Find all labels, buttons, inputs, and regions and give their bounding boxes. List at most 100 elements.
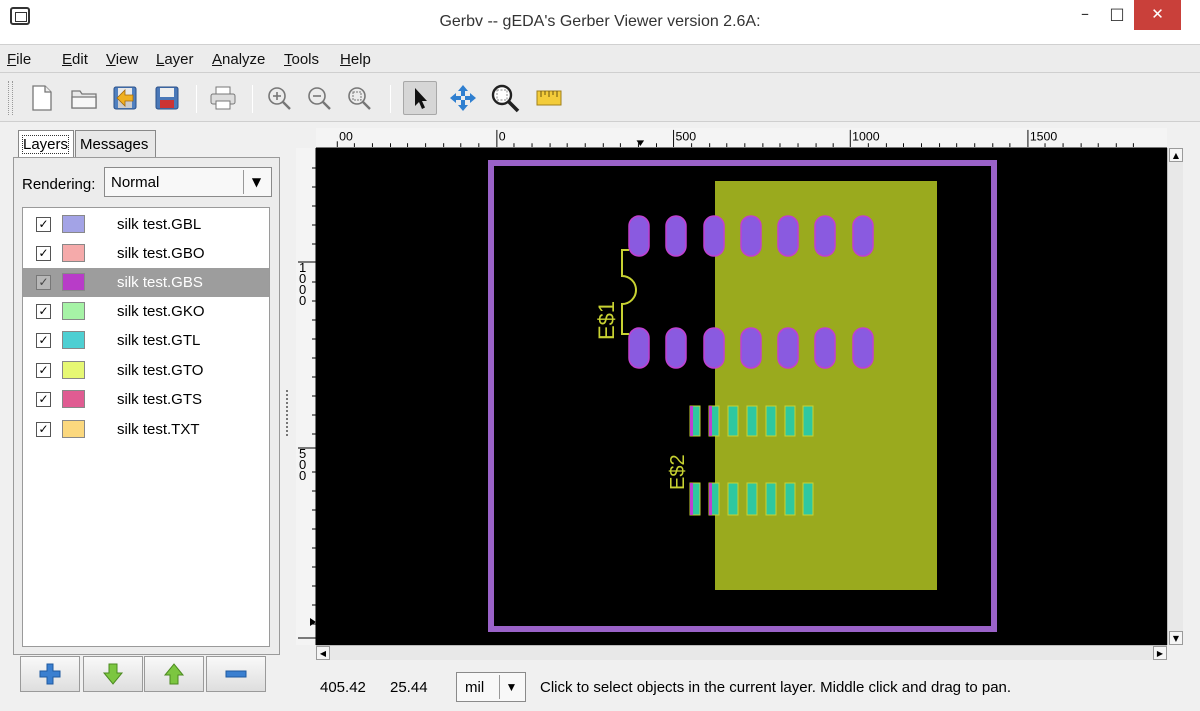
- pad[interactable]: [814, 327, 836, 369]
- layer-color-swatch[interactable]: [62, 215, 85, 233]
- layer-visibility-checkbox[interactable]: ✓: [36, 392, 51, 407]
- layer-visibility-checkbox[interactable]: ✓: [36, 217, 51, 232]
- layer-row-gts[interactable]: ✓ silk test.GTS: [23, 385, 269, 414]
- scroll-down-button[interactable]: ▼: [1169, 631, 1183, 645]
- menu-analyze[interactable]: Analyze: [212, 51, 265, 68]
- layer-row-gbl[interactable]: ✓ silk test.GBL: [23, 210, 269, 239]
- zoom-tool-button[interactable]: [488, 81, 522, 115]
- smd-pad[interactable]: [727, 405, 739, 437]
- cursor-position-marker: [636, 140, 645, 147]
- smd-pad[interactable]: [746, 482, 758, 516]
- move-layer-down-button[interactable]: [83, 656, 143, 692]
- smd-pad[interactable]: [784, 405, 796, 437]
- layer-visibility-checkbox[interactable]: ✓: [36, 246, 51, 261]
- print-button[interactable]: [206, 81, 240, 115]
- pad[interactable]: [703, 327, 725, 369]
- layer-color-swatch[interactable]: [62, 390, 85, 408]
- layer-color-swatch[interactable]: [62, 420, 85, 438]
- layer-visibility-checkbox[interactable]: ✓: [36, 304, 51, 319]
- layer-visibility-checkbox[interactable]: ✓: [36, 333, 51, 348]
- layer-row-gto[interactable]: ✓ silk test.GTO: [23, 356, 269, 385]
- layer-row-gko[interactable]: ✓ silk test.GKO: [23, 297, 269, 326]
- remove-layer-button[interactable]: [206, 656, 266, 692]
- pad[interactable]: [665, 327, 687, 369]
- vertical-scrollbar[interactable]: ▲ ▼: [1167, 148, 1183, 645]
- layer-color-swatch[interactable]: [62, 273, 85, 291]
- layer-visibility-checkbox[interactable]: ✓: [36, 363, 51, 378]
- gerber-canvas[interactable]: E$1 E$2: [316, 148, 1167, 645]
- unit-select[interactable]: mil ▼: [456, 672, 526, 702]
- menu-layer[interactable]: Layer: [156, 51, 194, 68]
- remove-layer-icon: [225, 670, 247, 678]
- pad[interactable]: [628, 327, 650, 369]
- layer-visibility-checkbox[interactable]: ✓: [36, 422, 51, 437]
- new-button[interactable]: [25, 81, 59, 115]
- menu-edit-label: dit: [72, 51, 88, 68]
- menu-tools[interactable]: Tools: [284, 51, 319, 68]
- zoom-out-button[interactable]: [302, 81, 336, 115]
- minimize-button[interactable]: –: [1070, 0, 1100, 30]
- maximize-button[interactable]: □: [1102, 0, 1132, 30]
- pad[interactable]: [814, 215, 836, 257]
- move-layer-up-button[interactable]: [144, 656, 204, 692]
- layer-color-swatch[interactable]: [62, 244, 85, 262]
- pad[interactable]: [740, 327, 762, 369]
- smd-pad[interactable]: [784, 482, 796, 516]
- layer-color-swatch[interactable]: [62, 331, 85, 349]
- close-button[interactable]: ✕: [1134, 0, 1181, 30]
- smd-pad[interactable]: [802, 482, 814, 516]
- revert-button[interactable]: [108, 81, 142, 115]
- ruler-label: 1 0 0 0: [299, 260, 307, 308]
- layer-row-txt[interactable]: ✓ silk test.TXT: [23, 415, 269, 444]
- layer-row-gbs[interactable]: ✓ silk test.GBS: [23, 268, 269, 297]
- scroll-left-button[interactable]: ◀: [316, 646, 330, 660]
- zoom-fit-button[interactable]: [342, 81, 376, 115]
- menu-analyze-mnemonic: A: [212, 51, 223, 68]
- layer-color-swatch[interactable]: [62, 361, 85, 379]
- tab-messages[interactable]: Messages: [75, 130, 156, 158]
- toolbar-separator: [252, 85, 253, 113]
- tab-layers[interactable]: Layers: [18, 130, 74, 158]
- rendering-select[interactable]: Normal ▼: [104, 167, 272, 197]
- smd-pad[interactable]: [802, 405, 814, 437]
- zoom-in-icon: [268, 87, 291, 110]
- pane-splitter[interactable]: [286, 390, 289, 436]
- layer-visibility-checkbox[interactable]: ✓: [36, 275, 51, 290]
- toolbar-grip[interactable]: [8, 81, 13, 115]
- scroll-right-button[interactable]: ▶: [1153, 646, 1167, 660]
- layer-name: silk test.GTS: [117, 391, 203, 408]
- pad[interactable]: [703, 215, 725, 257]
- menu-view-mnemonic: V: [106, 51, 116, 68]
- pan-tool-icon: [450, 85, 476, 111]
- save-as-button[interactable]: [150, 81, 184, 115]
- scroll-up-button[interactable]: ▲: [1169, 148, 1183, 162]
- open-button[interactable]: [67, 81, 101, 115]
- menu-file[interactable]: File: [7, 51, 31, 68]
- layer-name: silk test.GTL: [117, 332, 201, 349]
- smd-pad[interactable]: [727, 482, 739, 516]
- toolbar-separator: [196, 85, 197, 113]
- pan-tool-button[interactable]: [446, 81, 480, 115]
- menu-view[interactable]: View: [106, 51, 138, 68]
- layer-row-gbo[interactable]: ✓ silk test.GBO: [23, 239, 269, 268]
- zoom-tool-icon: [491, 84, 520, 113]
- add-layer-button[interactable]: [20, 656, 80, 692]
- pad[interactable]: [777, 215, 799, 257]
- smd-pad[interactable]: [765, 482, 777, 516]
- measure-tool-button[interactable]: [532, 81, 566, 115]
- pad[interactable]: [852, 327, 874, 369]
- pad[interactable]: [665, 215, 687, 257]
- smd-pad[interactable]: [765, 405, 777, 437]
- smd-pad[interactable]: [746, 405, 758, 437]
- pointer-tool-button[interactable]: [403, 81, 437, 115]
- pad[interactable]: [740, 215, 762, 257]
- pad[interactable]: [777, 327, 799, 369]
- pad[interactable]: [628, 215, 650, 257]
- layer-color-swatch[interactable]: [62, 302, 85, 320]
- layer-row-gtl[interactable]: ✓ silk test.GTL: [23, 326, 269, 355]
- pad[interactable]: [852, 215, 874, 257]
- horizontal-scrollbar[interactable]: ◀ ▶: [316, 645, 1167, 660]
- menu-help[interactable]: Help: [340, 51, 371, 68]
- menu-edit[interactable]: Edit: [62, 51, 88, 68]
- zoom-in-button[interactable]: [262, 81, 296, 115]
